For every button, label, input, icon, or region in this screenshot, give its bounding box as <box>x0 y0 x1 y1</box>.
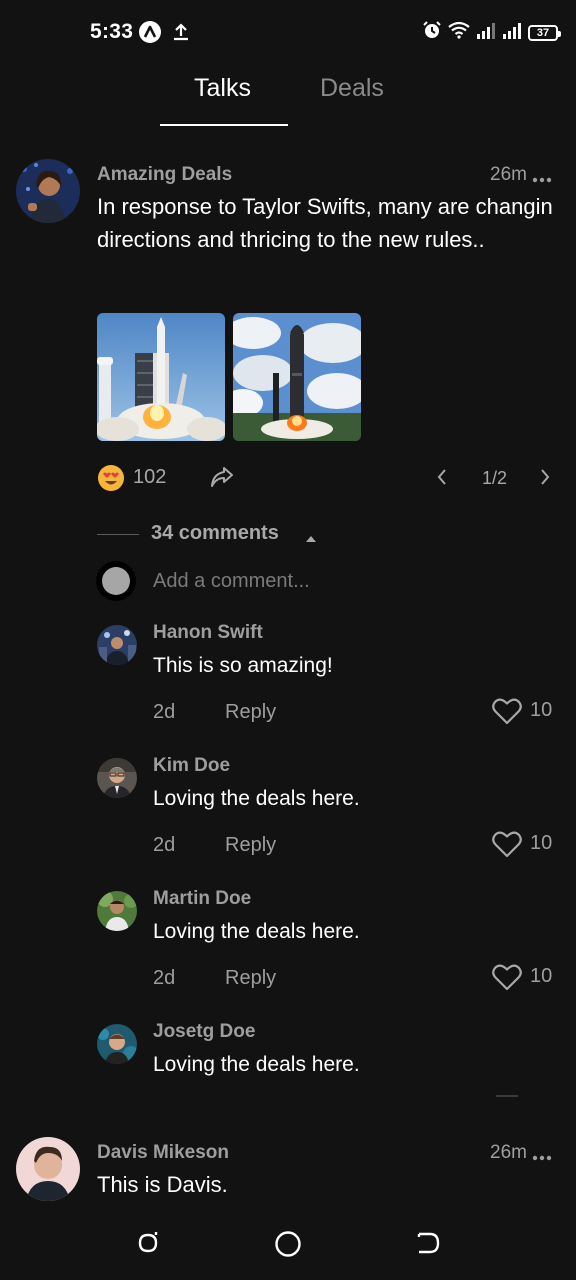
comment-age: 2d <box>153 967 176 989</box>
share-icon[interactable] <box>210 466 234 493</box>
like-button[interactable]: 10 <box>492 963 556 993</box>
post-author-avatar[interactable] <box>16 1137 80 1201</box>
post-author-avatar[interactable] <box>16 159 80 223</box>
more-options-icon[interactable] <box>532 170 552 183</box>
comment-avatar[interactable] <box>97 891 137 931</box>
post-text: This is Davis. <box>97 1172 228 1197</box>
like-count: 10 <box>530 832 553 854</box>
heart-icon[interactable] <box>492 830 522 863</box>
add-comment-input[interactable]: Add a comment... <box>153 570 310 593</box>
recents-icon[interactable] <box>135 1230 161 1261</box>
like-count: 10 <box>530 699 553 721</box>
post-text: In response to Taylor Swifts, many are c… <box>97 194 553 252</box>
comment-author[interactable]: Josetg Doe <box>153 1021 255 1043</box>
starship-launch-image[interactable] <box>233 313 361 441</box>
comment-text: Loving the deals here. <box>153 787 360 810</box>
post-username[interactable]: Amazing Deals <box>97 164 232 186</box>
divider <box>97 534 139 535</box>
like-count: 10 <box>530 965 553 987</box>
wifi-icon <box>448 21 470 44</box>
battery-level: 37 <box>536 26 550 39</box>
heart-icon[interactable] <box>492 697 522 730</box>
comment-avatar[interactable] <box>97 758 137 798</box>
tab-bar: Talks Deals <box>0 70 576 128</box>
comment-author[interactable]: Kim Doe <box>153 755 230 777</box>
caret-up-icon <box>305 530 317 548</box>
alarm-icon <box>422 20 442 45</box>
comment-age: 2d <box>153 834 176 856</box>
chevron-right-icon[interactable] <box>539 468 551 491</box>
image-pager: 1/2 <box>482 468 508 488</box>
post-username[interactable]: Davis Mikeson <box>97 1142 229 1164</box>
comment-text: Loving the deals here. <box>153 920 360 943</box>
like-button[interactable]: 10 <box>492 830 556 860</box>
reply-button[interactable]: Reply <box>225 967 276 990</box>
reaction-count: 102 <box>133 466 167 488</box>
post-time: 26m <box>490 164 527 185</box>
signal-icon <box>476 21 496 44</box>
chevron-left-icon[interactable] <box>436 468 448 491</box>
battery-icon: 37 <box>528 24 561 41</box>
tab-deals[interactable]: Deals <box>320 74 384 103</box>
back-icon[interactable] <box>416 1230 442 1261</box>
comment-author[interactable]: Martin Doe <box>153 888 251 910</box>
reply-button[interactable]: Reply <box>225 701 276 724</box>
like-button[interactable]: 10 <box>492 697 556 727</box>
status-bar: 5:33 37 <box>0 0 576 64</box>
comment-text: This is so amazing! <box>153 654 333 677</box>
post-time: 26m <box>490 1142 527 1163</box>
scroll-hint <box>496 1095 518 1097</box>
heart-eyes-emoji-icon[interactable] <box>97 464 125 497</box>
comments-count: 34 comments <box>151 522 279 544</box>
rocket-launch-image[interactable] <box>97 313 225 441</box>
tab-talks[interactable]: Talks <box>194 74 251 103</box>
more-options-icon[interactable] <box>532 1148 552 1161</box>
a-app-icon <box>139 21 161 43</box>
system-nav-bar <box>0 1210 576 1280</box>
comment-age: 2d <box>153 701 176 723</box>
home-icon[interactable] <box>274 1230 302 1263</box>
comment-avatar[interactable] <box>97 1024 137 1064</box>
reply-button[interactable]: Reply <box>225 834 276 857</box>
comment-author[interactable]: Hanon Swift <box>153 622 263 644</box>
heart-icon[interactable] <box>492 963 522 996</box>
upload-icon <box>172 22 190 47</box>
current-user-avatar <box>96 561 136 601</box>
comment-avatar[interactable] <box>97 625 137 665</box>
signal-icon <box>502 21 522 44</box>
post-actions-row: 102 1/2 <box>97 462 557 494</box>
tab-active-indicator <box>160 124 288 126</box>
comment-text: Loving the deals here. <box>153 1053 360 1076</box>
status-time: 5:33 <box>90 20 134 43</box>
